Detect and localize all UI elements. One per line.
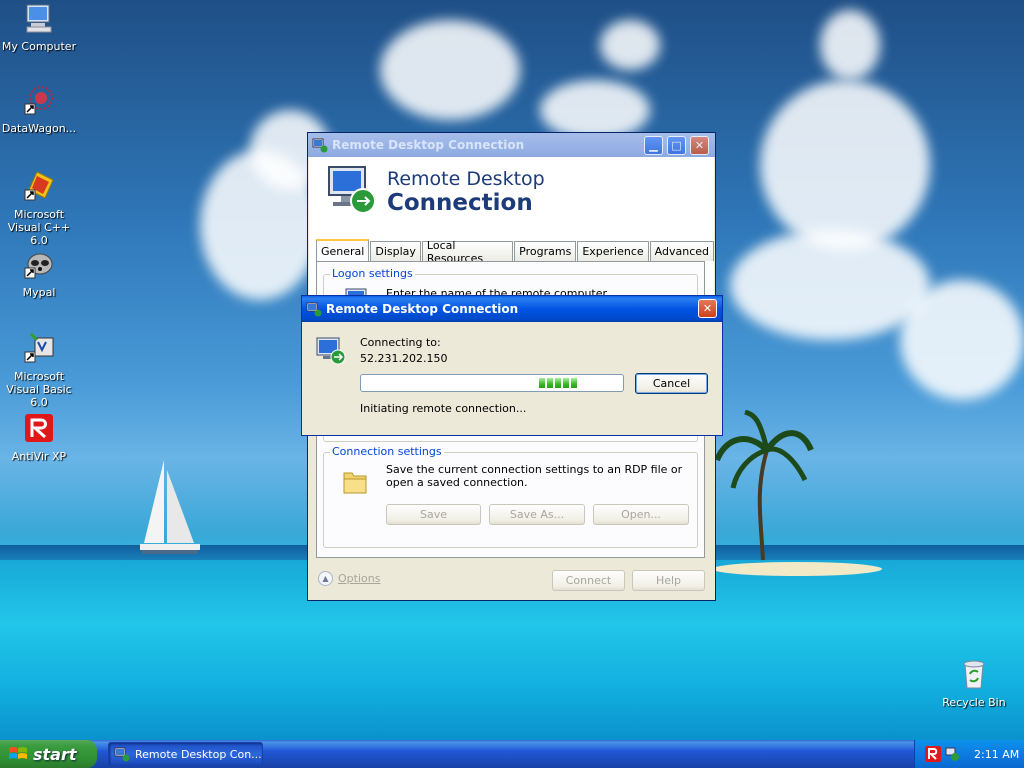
connecting-label: Connecting to:: [360, 336, 441, 349]
minimize-button[interactable]: ▁: [644, 136, 663, 155]
banner-title-line2: Connection: [387, 190, 533, 216]
taskbar: start Remote Desktop Con... 2:11 AM: [0, 740, 1024, 768]
start-button[interactable]: start: [0, 740, 97, 768]
desktop-icon-label: DataWagon...: [1, 122, 77, 135]
remote-desktop-monitor-icon: [316, 337, 346, 365]
minimize-icon: ▁: [649, 139, 658, 152]
remote-desktop-icon: [306, 302, 322, 317]
my-computer-icon: [26, 4, 52, 33]
antivir-icon: [25, 414, 53, 442]
progress-block: [571, 378, 577, 388]
window-title: Remote Desktop Connection: [332, 138, 525, 152]
remote-desktop-icon: [114, 747, 130, 762]
cloud: [820, 10, 880, 80]
save-as-button[interactable]: Save As...: [489, 504, 585, 525]
cloud: [760, 80, 930, 250]
connection-status: Initiating remote connection...: [360, 402, 527, 415]
remote-desktop-monitor-icon: [328, 166, 376, 214]
tab-local-resources[interactable]: Local Resources: [421, 239, 514, 265]
dialog-title: Remote Desktop Connection: [326, 302, 519, 316]
host-address: 52.231.202.150: [360, 352, 448, 365]
desktop-icon-label: Mypal: [22, 286, 56, 299]
tab-experience[interactable]: Experience: [577, 241, 649, 261]
datawagon-icon: [24, 86, 53, 115]
close-button[interactable]: ✕: [690, 136, 709, 155]
maximize-icon: □: [671, 139, 682, 152]
close-icon: ✕: [702, 302, 713, 315]
desktop-icon-label: Microsoft Visual Basic 6.0: [6, 370, 72, 409]
connect-button[interactable]: Connect: [552, 570, 625, 591]
maximize-button[interactable]: □: [667, 136, 686, 155]
desktop-icon-visual-cpp[interactable]: Microsoft Visual C++ 6.0: [0, 170, 79, 247]
dialog-close-button[interactable]: ✕: [698, 299, 717, 318]
progress-block: [539, 378, 545, 388]
system-tray: 2:11 AM: [914, 740, 1024, 768]
clock[interactable]: 2:11 AM: [974, 748, 1019, 761]
logon-settings-title: Logon settings: [330, 267, 415, 280]
desktop-icon-label: AntiVir XP: [11, 450, 67, 463]
antivir-tray-icon[interactable]: [925, 746, 941, 762]
folder-icon: [343, 472, 367, 494]
desktop-icon-mypal[interactable]: Mypal: [0, 248, 79, 299]
recycle-bin-icon: [963, 660, 985, 689]
visual-cpp-icon: [24, 171, 54, 201]
network-tray-icon[interactable]: [944, 746, 960, 762]
connection-settings-text: Save the current connection settings to …: [386, 463, 683, 489]
palm-tree: [715, 410, 814, 561]
cloud: [540, 80, 650, 140]
banner-title-line1: Remote Desktop: [387, 168, 545, 190]
close-icon: ✕: [694, 139, 705, 152]
visual-basic-icon: [24, 332, 54, 363]
desktop-icon-recycle-bin[interactable]: Recycle Bin: [934, 658, 1014, 709]
connection-settings-group: Connection settings Save the current con…: [323, 445, 698, 548]
start-label: start: [33, 744, 77, 764]
tab-strip: General Display Local Resources Programs…: [316, 239, 715, 265]
progress-block: [563, 378, 569, 388]
desktop-icon-antivir[interactable]: AntiVir XP: [0, 412, 79, 463]
cloud: [900, 280, 1024, 400]
connecting-dialog[interactable]: Remote Desktop Connection ✕ Connecting t…: [301, 295, 723, 436]
desktop-icon-label: Microsoft Visual C++ 6.0: [7, 208, 71, 247]
chevron-up-icon: ▲: [318, 571, 333, 586]
progress-block: [555, 378, 561, 388]
cancel-button[interactable]: Cancel: [635, 373, 708, 394]
title-bar[interactable]: Remote Desktop Connection ▁ □ ✕: [308, 133, 715, 157]
windows-logo-icon: [9, 747, 27, 759]
tab-advanced[interactable]: Advanced: [649, 241, 714, 261]
cloud: [380, 20, 520, 120]
tab-programs[interactable]: Programs: [514, 241, 577, 261]
cloud: [730, 230, 930, 340]
sailboat: [140, 460, 200, 554]
options-toggle[interactable]: ▲ Options: [318, 571, 380, 586]
desktop-icon-my-computer[interactable]: My Computer: [0, 2, 79, 53]
tab-display[interactable]: Display: [370, 241, 421, 261]
connection-progress-bar: [360, 374, 624, 392]
help-button[interactable]: Help: [632, 570, 705, 591]
remote-desktop-icon: [312, 138, 328, 153]
progress-block: [547, 378, 553, 388]
connection-settings-title: Connection settings: [330, 445, 444, 458]
options-label: Options: [338, 572, 381, 585]
taskbar-button-label: Remote Desktop Con...: [135, 747, 262, 761]
save-button[interactable]: Save: [386, 504, 481, 525]
open-button[interactable]: Open...: [593, 504, 689, 525]
desktop-icon-visual-basic[interactable]: Microsoft Visual Basic 6.0: [0, 332, 79, 409]
mypal-raccoon-icon: [24, 253, 53, 279]
desktop-icon-label: My Computer: [1, 40, 77, 53]
desktop-icon-label: Recycle Bin: [942, 696, 1006, 709]
tab-general[interactable]: General: [316, 239, 370, 261]
cloud: [600, 20, 660, 70]
desktop-icon-datawagon[interactable]: DataWagon...: [0, 84, 79, 135]
dialog-title-bar[interactable]: Remote Desktop Connection ✕: [302, 296, 722, 322]
taskbar-button-remote-desktop[interactable]: Remote Desktop Con...: [108, 742, 263, 766]
